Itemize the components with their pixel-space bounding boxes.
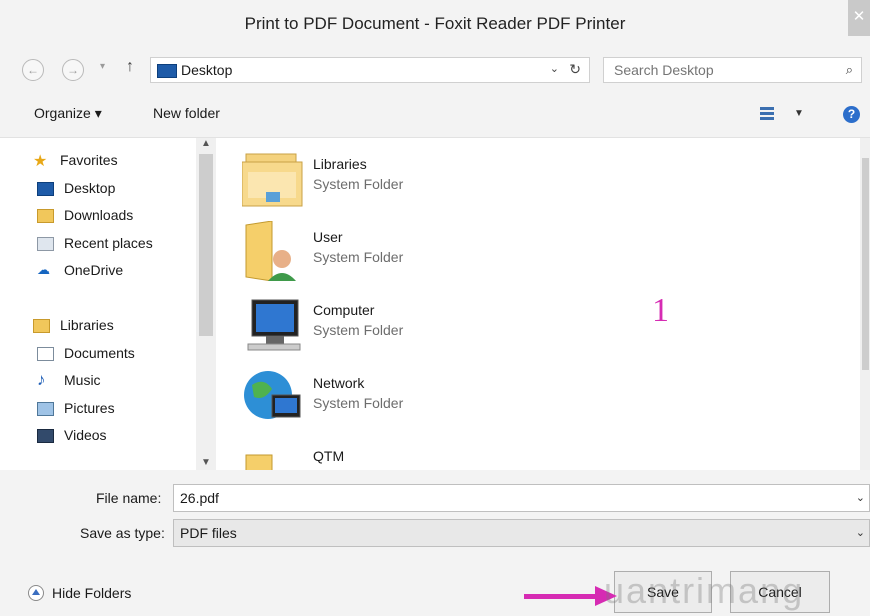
sidebar-item-label: Favorites <box>60 152 118 168</box>
file-item-computer[interactable]: Computer System Folder <box>242 294 542 354</box>
file-item-user[interactable]: User System Folder <box>242 221 542 281</box>
scrollbar-thumb[interactable] <box>862 158 869 370</box>
libraries-folder-icon <box>242 153 303 207</box>
network-globe-icon <box>244 371 301 419</box>
sidebar-item-label: Recent places <box>64 235 153 251</box>
file-item-libraries[interactable]: Libraries System Folder <box>242 148 542 208</box>
watermark: uantrimang <box>604 570 805 611</box>
forward-button[interactable]: → <box>62 59 84 81</box>
file-name-dropdown-icon[interactable]: ⌄ <box>856 491 865 504</box>
file-name: Network <box>313 375 365 391</box>
sidebar-item-label: Videos <box>64 427 107 443</box>
pictures-icon <box>37 402 54 416</box>
music-note-icon: ♪ <box>37 370 46 389</box>
organize-menu[interactable]: Organize ▾ <box>34 105 102 122</box>
new-folder-button[interactable]: New folder <box>153 105 220 121</box>
sidebar-item-label: Pictures <box>64 400 115 416</box>
sidebar-item-label: Documents <box>64 345 135 361</box>
navigation-pane: ★ Favorites Desktop Downloads Recent pla… <box>0 138 218 470</box>
address-bar[interactable]: Desktop ⌄ ↻ <box>150 57 590 83</box>
computer-icon <box>247 299 301 351</box>
annotation-1: 1 <box>652 292 669 329</box>
save-type-dropdown-icon[interactable]: ⌄ <box>856 526 865 539</box>
sidebar-item-label: OneDrive <box>64 262 124 278</box>
libraries-icon <box>33 319 50 333</box>
address-dropdown-icon[interactable]: ⌄ <box>550 62 559 75</box>
file-name-field[interactable]: 26.pdf ⌄ <box>173 484 870 512</box>
save-type-label: Save as type: <box>80 525 165 541</box>
content-scrollbar[interactable] <box>860 138 870 470</box>
sidebar-item-label: Downloads <box>64 207 134 223</box>
help-icon[interactable]: ? <box>843 106 860 123</box>
sidebar-item-label: Music <box>64 372 101 388</box>
scroll-down-icon[interactable]: ▼ <box>201 457 211 468</box>
downloads-icon <box>37 209 54 223</box>
file-name-label: File name: <box>96 490 162 506</box>
search-icon[interactable]: ⌕ <box>846 62 853 78</box>
desktop-icon <box>37 182 54 196</box>
star-icon: ★ <box>33 153 48 170</box>
title-bar: Print to PDF Document - Foxit Reader PDF… <box>0 0 870 46</box>
address-row: ← → ▾ ↑ Desktop ⌄ ↻ ⌕ <box>0 46 870 90</box>
recent-places-icon <box>37 237 54 251</box>
command-toolbar: Organize ▾ New folder ▼ ? <box>0 90 870 138</box>
file-name: Computer <box>313 302 375 318</box>
address-text: Desktop <box>181 62 233 78</box>
user-folder-icon <box>245 221 296 281</box>
file-type: System Folder <box>313 176 404 192</box>
onedrive-cloud-icon: ☁ <box>37 262 50 277</box>
view-dropdown-icon[interactable]: ▼ <box>794 108 804 119</box>
file-item-network[interactable]: Network System Folder <box>242 367 542 427</box>
save-type-value: PDF files <box>180 525 237 541</box>
sidebar-item-label: Libraries <box>60 317 114 333</box>
save-type-select[interactable]: PDF files ⌄ <box>173 519 870 547</box>
file-name: User <box>313 229 343 245</box>
recent-locations-chevron-icon[interactable]: ▾ <box>100 61 105 72</box>
file-type: System Folder <box>313 322 404 338</box>
file-type: System Folder <box>313 395 404 411</box>
view-options-icon[interactable] <box>760 107 774 121</box>
search-input[interactable] <box>604 58 829 82</box>
back-button[interactable]: ← <box>22 59 44 81</box>
file-name: Libraries <box>313 156 367 172</box>
annotation-arrow-line <box>524 594 596 599</box>
desktop-folder-icon <box>157 64 177 78</box>
navigation-scrollbar[interactable]: ▲ ▼ <box>196 138 216 470</box>
file-type: System Folder <box>313 249 404 265</box>
refresh-icon[interactable]: ↻ <box>569 61 581 78</box>
videos-icon <box>37 429 54 443</box>
scrollbar-thumb[interactable] <box>199 154 213 336</box>
documents-icon <box>37 347 54 361</box>
chevron-up-icon <box>28 585 44 601</box>
scroll-up-icon[interactable]: ▲ <box>201 138 211 149</box>
window-title: Print to PDF Document - Foxit Reader PDF… <box>244 14 626 33</box>
file-name: QTM <box>313 448 345 464</box>
hide-folders-label: Hide Folders <box>52 585 132 601</box>
close-button[interactable]: ✕ <box>848 0 870 36</box>
sidebar-item-label: Desktop <box>64 180 116 196</box>
up-arrow-icon[interactable]: ↑ <box>126 58 134 76</box>
file-name-value: 26.pdf <box>180 490 219 506</box>
file-list: Libraries System Folder User System Fold… <box>218 138 860 486</box>
search-box[interactable]: ⌕ <box>603 57 862 83</box>
